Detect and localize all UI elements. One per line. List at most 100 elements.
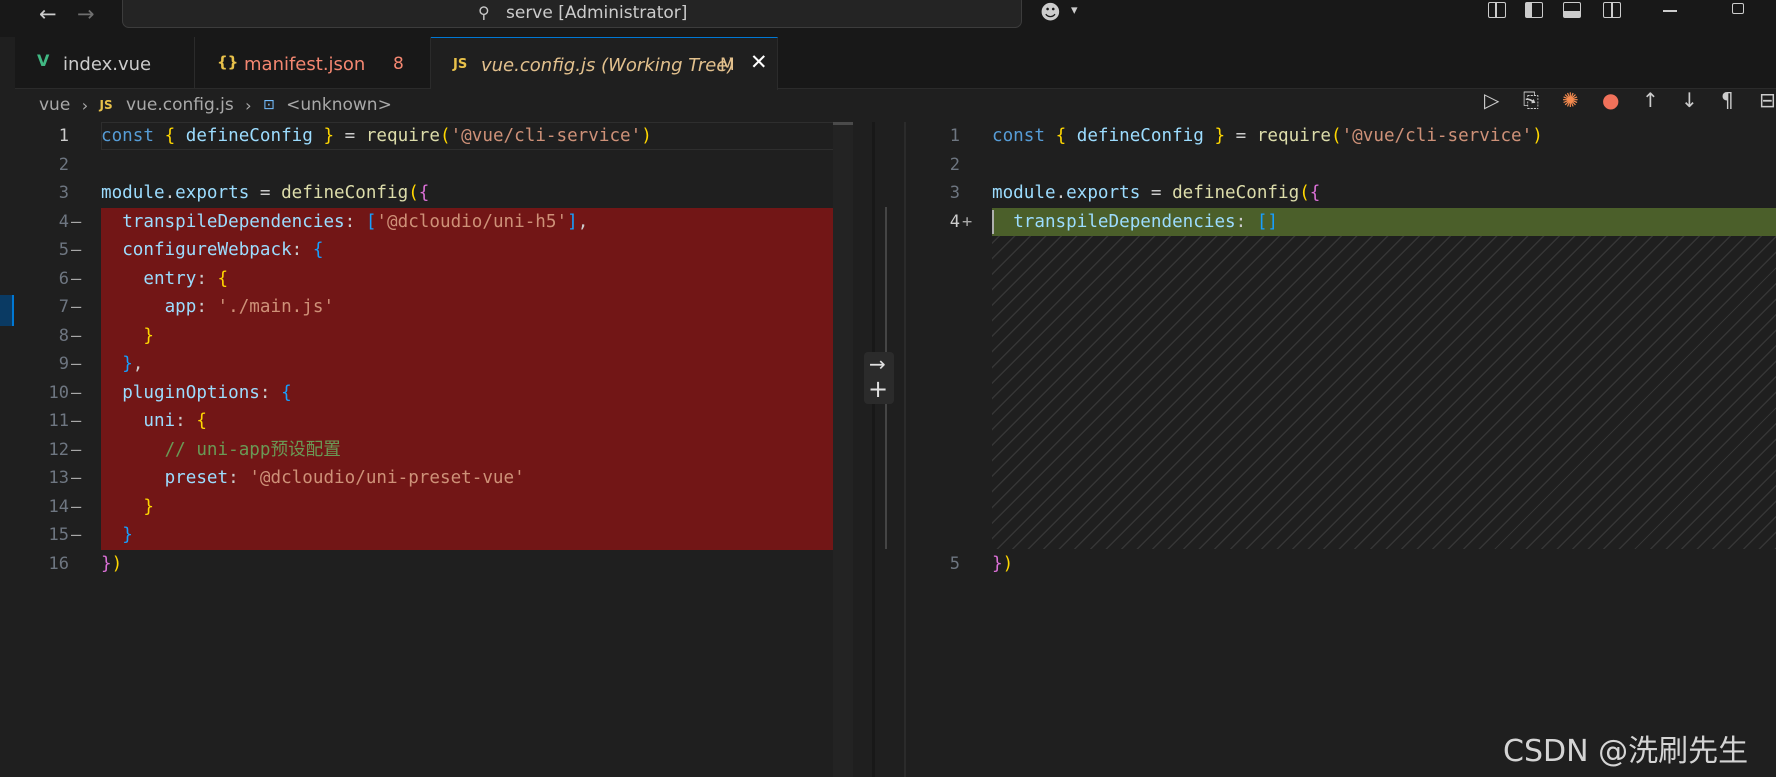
chevron-right-icon: › [245,95,252,115]
minimize-icon[interactable] [1663,10,1677,12]
diff-marker: — [71,268,82,289]
code-line-12: // uni-app预设配置 [164,439,341,460]
code-line-10: pluginOptions: { [122,382,292,403]
toggle-panel-icon[interactable] [1563,2,1581,18]
diff-marker: — [71,439,82,460]
code-line-9: }, [122,354,144,374]
line-number: 2 [949,154,960,175]
tab-manifest-json[interactable]: {} manifest.json 8 [195,37,431,89]
code-area[interactable]: const { defineConfig } = require('@vue/c… [992,122,1776,777]
code-line-1: const { defineConfig } = require('@vue/c… [101,126,652,146]
modified-badge: M [720,55,735,75]
run-icon[interactable]: ▷ [1484,88,1499,112]
json-file-icon: {} [217,53,239,71]
code-line-3: module.exports = defineConfig({ [101,183,430,203]
line-number: 16 [48,553,69,574]
tab-label: manifest.json [244,54,366,75]
close-icon[interactable]: ✕ [750,50,768,74]
diff-marker: — [71,354,82,374]
code-line-11: uni: { [143,411,207,431]
code-line-14: } [143,496,154,517]
line-number: 7 [58,297,69,317]
toggle-primary-sidebar-icon[interactable] [1525,2,1543,18]
line-number: 3 [58,183,69,203]
diff-marker: — [71,496,82,517]
text-cursor [992,210,994,234]
search-icon: ⚲ [478,3,490,22]
command-center-label: serve [Administrator] [506,3,688,23]
tab-bar: V index.vue {} manifest.json 8 JS vue.co… [15,37,1776,112]
code-line-4: transpileDependencies: [] [1013,211,1279,232]
watermark: CSDN @洗刷先生 [1503,734,1749,769]
tab-vue-config-js[interactable]: JS vue.config.js (Working Tree) M ✕ [431,37,778,90]
arrow-right-icon[interactable]: → [77,2,95,26]
tab-index-vue[interactable]: V index.vue [15,37,195,89]
diff-marker: — [71,525,82,545]
code-line-4: transpileDependencies: ['@dcloudio/uni-h… [122,211,589,232]
problem-count-badge: 8 [393,54,404,74]
diff-marker: — [71,468,82,488]
whitespace-icon[interactable]: ¶ [1721,88,1734,112]
breadcrumb-file[interactable]: vue.config.js [126,95,234,115]
line-number: 10 [48,382,69,403]
code-area[interactable]: const { defineConfig } = require('@vue/c… [101,122,853,777]
modified-editor[interactable]: 1 2 3 4 +5 const { defineConfig } = require(… [906,122,1776,777]
open-file-icon[interactable]: ⎘ [1523,88,1539,112]
stage-plus-icon[interactable]: + [868,375,888,403]
copilot-sparkle-icon[interactable]: ✺ [1562,88,1579,112]
line-number: 13 [48,468,69,488]
line-number: 3 [949,183,960,203]
code-line-16: }) [101,553,123,574]
code-line-6: entry: { [143,268,229,289]
line-number: 6 [58,268,69,289]
vertical-scrollbar[interactable] [833,122,853,777]
line-number: 11 [48,411,69,431]
diff-marker: — [71,211,82,232]
gitlens-icon[interactable]: ● [1602,88,1619,112]
customize-layout-icon[interactable] [1488,2,1506,18]
split-icon[interactable]: ⊟ [1759,88,1776,112]
revert-arrow-icon[interactable]: → [869,352,886,376]
line-number: 1 [949,126,960,146]
chevron-down-icon[interactable]: ▾ [1071,3,1078,18]
code-line-7: app: './main.js' [164,297,335,317]
next-change-icon[interactable]: ↓ [1681,88,1698,112]
line-number: 8 [58,325,69,346]
code-line-8: } [143,325,154,346]
restore-icon[interactable] [1732,3,1744,14]
command-center[interactable]: ⚲ serve [Administrator] [122,0,1022,28]
tab-label: vue.config.js (Working Tree) [481,55,735,76]
line-number: 15 [48,525,69,545]
diff-hunk-actions: → + [864,352,894,404]
line-number: 14 [48,496,69,517]
js-file-icon: JS [99,98,113,112]
tab-label: index.vue [63,54,152,75]
code-line-1: const { defineConfig } = require('@vue/c… [992,126,1543,146]
arrow-left-icon[interactable]: ← [39,2,57,26]
vue-file-icon: V [37,51,50,70]
line-number: 2 [58,154,69,175]
line-number: 4 [949,211,960,232]
copilot-icon[interactable]: ☻ [1040,0,1061,24]
original-editor[interactable]: 1 2 3 4—5—6—7—8—9—10—11—12—13—14—15—16 cons… [15,122,887,777]
scrollbar-position-marker [833,122,853,125]
breadcrumb-folder[interactable]: vue [39,95,70,115]
diff-marker: — [71,411,82,431]
diff-marker: — [71,240,82,260]
js-file-icon: JS [453,57,468,72]
line-number: 5 [58,240,69,260]
diff-marker: — [71,325,82,346]
line-number: 1 [58,126,69,146]
breadcrumb-symbol[interactable]: <unknown> [286,95,392,115]
title-bar: ← → ⚲ serve [Administrator] ☻ ▾ [0,0,1776,37]
diff-marker: — [71,297,82,317]
code-line-5: configureWebpack: { [122,240,324,260]
code-line-5: }) [992,553,1014,574]
breadcrumb: vue › JS vue.config.js › ⊡ <unknown> [39,95,392,119]
toggle-secondary-sidebar-icon[interactable] [1603,2,1621,18]
line-number: 12 [48,439,69,460]
code-line-15: } [122,525,133,545]
line-number: 9 [58,354,69,374]
prev-change-icon[interactable]: ↑ [1642,88,1659,112]
diff-sash[interactable] [872,122,875,777]
